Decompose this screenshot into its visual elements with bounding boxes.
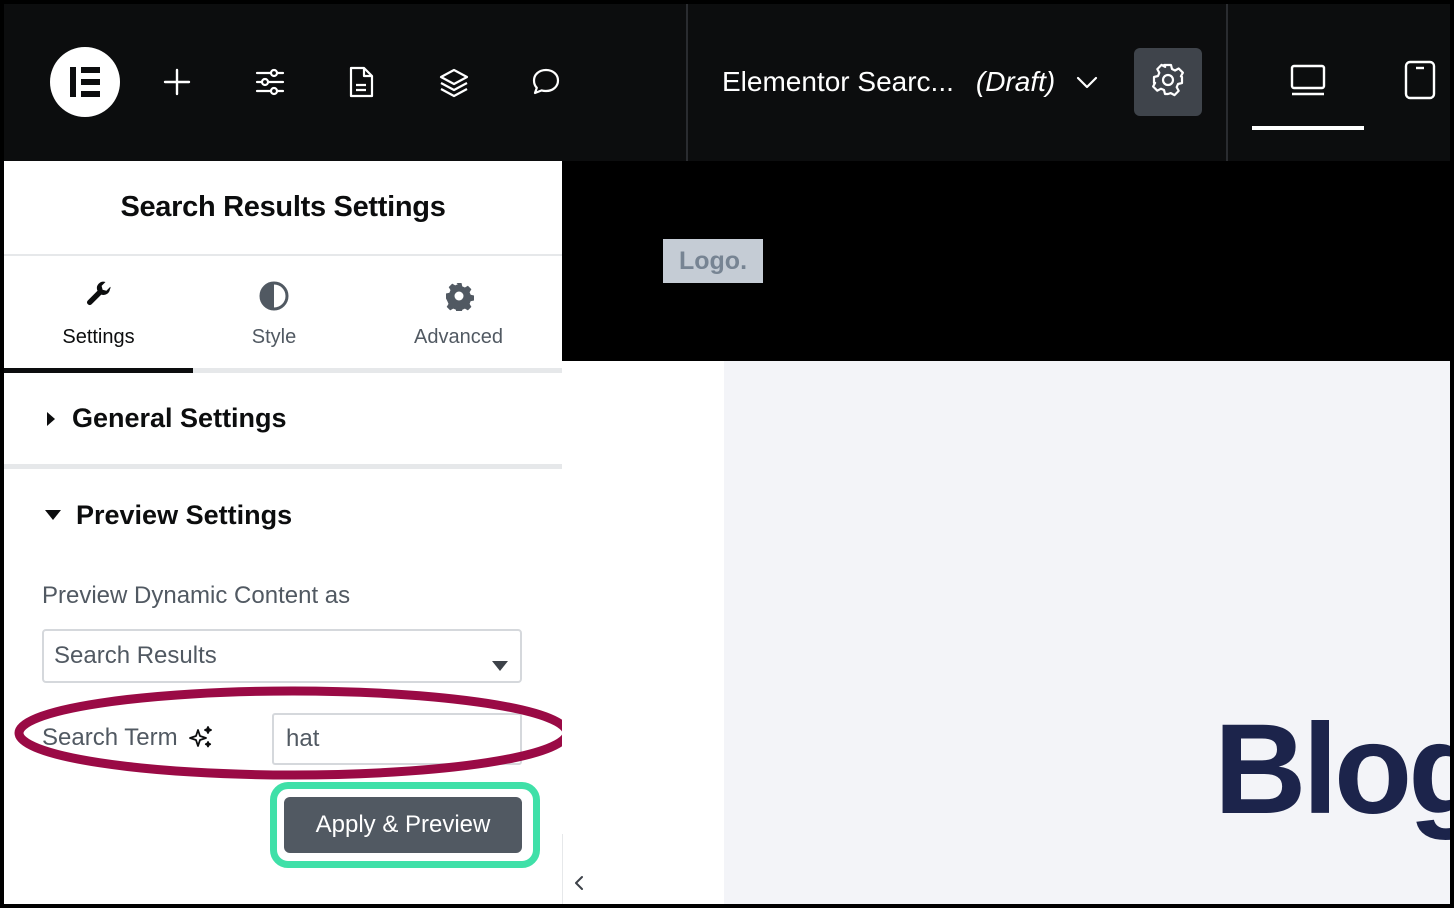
tab-label: Settings bbox=[62, 326, 135, 348]
caret-right-icon bbox=[46, 411, 56, 427]
tab-settings[interactable]: Settings bbox=[4, 256, 193, 373]
wrench-icon bbox=[84, 280, 114, 312]
gear-icon bbox=[1150, 62, 1186, 103]
tab-style[interactable]: Style bbox=[193, 256, 355, 368]
section-preview-settings[interactable]: Preview Settings bbox=[4, 469, 562, 561]
tab-label: Style bbox=[251, 326, 297, 348]
panel-header: Search Results Settings bbox=[4, 161, 562, 256]
preview-main-area: Blog bbox=[724, 361, 1450, 904]
preview-site-header: Logo. bbox=[562, 161, 1450, 361]
section-title: Preview Settings bbox=[76, 499, 293, 530]
site-settings-icon[interactable] bbox=[250, 62, 290, 102]
section-general-settings[interactable]: General Settings bbox=[4, 373, 562, 469]
collapse-panel-button[interactable] bbox=[562, 834, 594, 904]
comments-icon[interactable] bbox=[526, 62, 566, 102]
apply-preview-button[interactable]: Apply & Preview bbox=[284, 797, 522, 853]
page-icon[interactable] bbox=[341, 62, 381, 102]
settings-panel: Search Results Settings Settings Style A… bbox=[4, 161, 562, 904]
panel-tabs: Settings Style Advanced bbox=[4, 256, 562, 373]
gear-icon bbox=[444, 280, 474, 312]
topbar-divider bbox=[1226, 4, 1228, 161]
desktop-icon[interactable] bbox=[1288, 60, 1328, 100]
document-title-dropdown[interactable]: Elementor Searc... (Draft) bbox=[722, 62, 1099, 102]
add-icon[interactable] bbox=[157, 62, 197, 102]
document-status: (Draft) bbox=[975, 66, 1056, 97]
tab-label: Advanced bbox=[414, 326, 503, 348]
select-value: Search Results bbox=[54, 642, 217, 669]
layers-icon[interactable] bbox=[434, 62, 474, 102]
caret-down-icon bbox=[44, 509, 62, 521]
preview-left-area bbox=[562, 361, 724, 904]
chevron-down-icon bbox=[1075, 70, 1099, 94]
preview-dynamic-content-label: Preview Dynamic Content as bbox=[42, 582, 351, 609]
site-logo[interactable]: Logo. bbox=[663, 239, 763, 283]
contrast-icon bbox=[258, 280, 290, 312]
topbar-divider bbox=[686, 4, 688, 161]
document-name: Elementor Searc... bbox=[722, 66, 954, 97]
tab-advanced[interactable]: Advanced bbox=[355, 256, 562, 368]
editor-topbar: Elementor Searc... (Draft) bbox=[4, 4, 1450, 161]
panel-title: Search Results Settings bbox=[120, 191, 446, 223]
page-heading[interactable]: Blog bbox=[1214, 706, 1450, 834]
chevron-left-icon bbox=[573, 875, 585, 896]
page-settings-button[interactable] bbox=[1134, 48, 1202, 116]
preview-content-select[interactable]: Search Results bbox=[42, 629, 522, 683]
elementor-logo-icon[interactable] bbox=[50, 47, 120, 117]
annotation-ellipse bbox=[14, 686, 572, 780]
device-active-indicator bbox=[1252, 126, 1364, 130]
section-title: General Settings bbox=[72, 403, 287, 433]
tablet-icon[interactable] bbox=[1400, 60, 1440, 100]
select-arrow-icon bbox=[492, 650, 508, 678]
